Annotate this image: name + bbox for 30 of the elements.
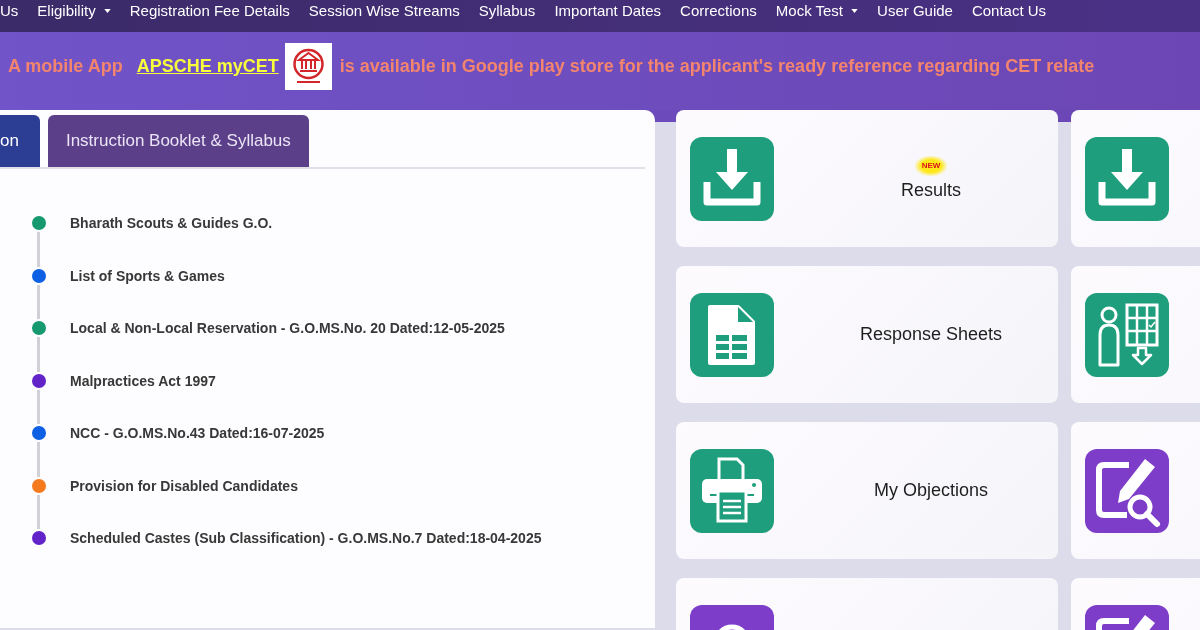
nav-link[interactable]: Important Dates [554, 1, 662, 21]
nav-link[interactable]: Mock Test [775, 1, 859, 21]
tab[interactable]: on [0, 115, 40, 167]
document-link[interactable]: Provision for Disabled Candidates [70, 477, 298, 494]
nav-link[interactable]: Contact Us [971, 1, 1047, 21]
action-card[interactable]: My Objections [676, 422, 1058, 559]
action-card[interactable]: NEW Results [676, 110, 1058, 247]
card-label: Response Sheets [859, 324, 1003, 345]
document-link[interactable]: Local & Non-Local Reservation - G.O.MS.No. 20 Dated:12-05-2025 [70, 320, 505, 337]
nav-link[interactable]: Us [0, 1, 19, 21]
document-link[interactable]: List of Sports & Games [70, 267, 225, 284]
document-link[interactable]: Bharath Scouts & Guides G.O. [70, 215, 273, 232]
nav-link[interactable]: Corrections [680, 1, 757, 21]
document-link[interactable]: Scheduled Castes (Sub Classification) - G.O.MS.No.7 Dated:18-04-2025 [70, 530, 542, 547]
document-link[interactable]: NCC - G.O.MS.No.43 Dated:16-07-2025 [70, 425, 325, 442]
nav-link[interactable]: Eligibility [37, 1, 111, 21]
card-label: My Objections [873, 480, 988, 501]
announcement-text: A mobile App [8, 55, 123, 77]
nav-link[interactable]: Syllabus [478, 1, 536, 21]
action-card[interactable]: Response Sheets [676, 266, 1058, 403]
nav-link[interactable]: Session Wise Streams [308, 1, 460, 21]
app-link[interactable]: APSCHE myCET [136, 55, 279, 77]
new-badge: NEW [914, 156, 948, 176]
tab[interactable]: Instruction Booklet & Syllabus [47, 115, 309, 167]
nav-link[interactable]: User Guide [877, 1, 953, 21]
card-label: Results [901, 180, 961, 201]
emblem-icon [284, 42, 332, 90]
announcement-text: is available in Google play store for the applicant's ready reference regarding CET relate [339, 55, 1095, 77]
nav-link[interactable]: Registration Fee Details [129, 1, 290, 21]
document-link[interactable]: Malpractices Act 1997 [70, 372, 216, 389]
